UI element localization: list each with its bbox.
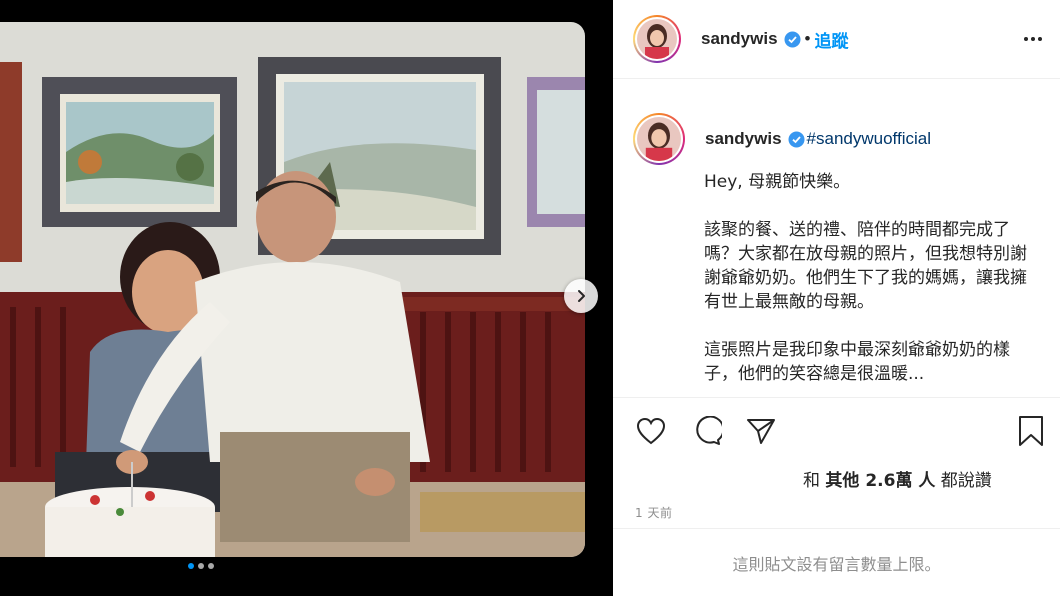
hashtag-link[interactable]: #sandywuofficial xyxy=(807,129,931,149)
likes-prefix: 和 xyxy=(803,471,820,491)
carousel-dot-3 xyxy=(208,563,214,569)
comment-icon xyxy=(696,416,722,445)
post-timestamp[interactable]: 1 天前 xyxy=(635,504,672,521)
comment-button[interactable] xyxy=(689,413,725,449)
bookmark-icon xyxy=(1019,416,1043,446)
caption-scroll-area[interactable]: sandywis #sandywuofficial Hey, 母親節快樂。 該聚… xyxy=(613,80,1060,396)
family-photo-image xyxy=(0,22,585,557)
next-image-button[interactable] xyxy=(564,279,598,313)
follow-button[interactable]: 追蹤 xyxy=(815,27,849,52)
post-header: sandywis • 追蹤 xyxy=(613,0,1060,79)
share-button[interactable] xyxy=(743,413,779,449)
likes-summary[interactable]: 和 其他 2.6萬 人 都說讚 xyxy=(803,466,992,491)
chevron-right-icon xyxy=(578,290,585,302)
heart-icon xyxy=(636,417,666,445)
avatar[interactable] xyxy=(633,15,681,63)
more-options-icon[interactable] xyxy=(1020,28,1046,50)
post-photo[interactable] xyxy=(0,22,585,557)
caption-header: sandywis #sandywuofficial xyxy=(633,113,931,165)
separator-dot: • xyxy=(804,29,811,48)
comments-limited-notice: 這則貼文設有留言數量上限。 xyxy=(613,528,1060,596)
share-icon xyxy=(747,419,775,444)
like-button[interactable] xyxy=(633,413,669,449)
action-bar xyxy=(613,397,1060,463)
carousel-dot-1 xyxy=(188,563,194,569)
likes-suffix: 都說讚 xyxy=(940,471,992,491)
avatar-image xyxy=(637,117,681,161)
carousel-dot-2 xyxy=(198,563,204,569)
caption-text: Hey, 母親節快樂。 該聚的餐、送的禮、陪伴的時間都完成了嗎？大家都在放母親的… xyxy=(704,172,1027,384)
likes-count-link[interactable]: 其他 2.6萬 人 xyxy=(825,471,935,491)
caption-username-link[interactable]: sandywis xyxy=(705,129,782,149)
caption-avatar[interactable] xyxy=(633,113,685,165)
post-side-panel: sandywis • 追蹤 sandywis #sandywuofficial … xyxy=(613,0,1060,596)
verified-badge-icon xyxy=(788,131,805,148)
carousel-indicator xyxy=(0,563,613,569)
verified-badge-icon xyxy=(784,31,801,48)
post-media xyxy=(0,0,613,596)
avatar-image xyxy=(637,19,677,59)
save-button[interactable] xyxy=(1013,413,1049,449)
username-link[interactable]: sandywis xyxy=(701,29,778,49)
